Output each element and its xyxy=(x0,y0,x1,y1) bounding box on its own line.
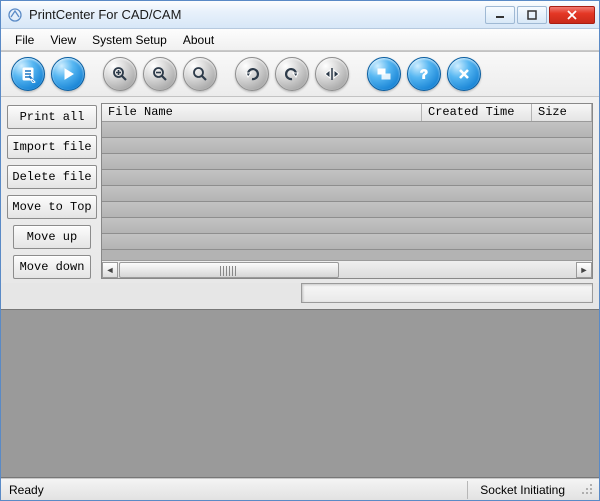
app-icon xyxy=(7,7,23,23)
menu-file[interactable]: File xyxy=(7,30,42,50)
zoom-in-icon[interactable] xyxy=(103,57,137,91)
move-to-top-button[interactable]: Move to Top xyxy=(7,195,97,219)
menubar: File View System Setup About xyxy=(1,29,599,51)
client-area: ? Print all Import file Delete file Move… xyxy=(1,51,599,500)
print-all-button[interactable]: Print all xyxy=(7,105,97,129)
status-right: Socket Initiating xyxy=(467,481,577,499)
col-file-name[interactable]: File Name xyxy=(102,104,422,121)
horizontal-scrollbar[interactable]: ◄ ► xyxy=(102,260,592,278)
file-table: File Name Created Time Size ◄ xyxy=(101,103,593,279)
status-left: Ready xyxy=(5,483,165,497)
scroll-right-arrow-icon[interactable]: ► xyxy=(576,262,592,278)
list-icon[interactable] xyxy=(11,57,45,91)
menu-view[interactable]: View xyxy=(42,30,84,50)
scroll-track[interactable] xyxy=(119,262,575,278)
window-buttons xyxy=(483,6,595,24)
menu-system-setup[interactable]: System Setup xyxy=(84,30,175,50)
toolbar: ? xyxy=(1,51,599,97)
col-created-time[interactable]: Created Time xyxy=(422,104,532,121)
inset-status-field xyxy=(301,283,593,305)
move-up-button[interactable]: Move up xyxy=(13,225,91,249)
table-row xyxy=(102,138,592,154)
close-window-button[interactable] xyxy=(549,6,595,24)
maximize-button[interactable] xyxy=(517,6,547,24)
sidebar: Print all Import file Delete file Move t… xyxy=(7,103,97,279)
zoom-out-icon[interactable] xyxy=(143,57,177,91)
titlebar[interactable]: PrintCenter For CAD/CAM xyxy=(1,1,599,29)
import-file-button[interactable]: Import file xyxy=(7,135,97,159)
table-header: File Name Created Time Size xyxy=(102,104,592,122)
table-row xyxy=(102,122,592,138)
move-down-button[interactable]: Move down xyxy=(13,255,91,279)
statusbar: Ready Socket Initiating xyxy=(1,478,599,500)
undo-icon[interactable] xyxy=(275,57,309,91)
table-row xyxy=(102,154,592,170)
close-icon[interactable] xyxy=(447,57,481,91)
table-row xyxy=(102,202,592,218)
scroll-thumb[interactable] xyxy=(119,262,339,278)
play-icon[interactable] xyxy=(51,57,85,91)
flip-horiz-icon[interactable] xyxy=(315,57,349,91)
col-size[interactable]: Size xyxy=(532,104,592,121)
scroll-left-arrow-icon[interactable]: ◄ xyxy=(102,262,118,278)
upper-panel: Print all Import file Delete file Move t… xyxy=(1,97,599,283)
preview-pane xyxy=(1,309,599,478)
table-row xyxy=(102,234,592,250)
layout-icon[interactable] xyxy=(367,57,401,91)
window-title: PrintCenter For CAD/CAM xyxy=(29,7,483,22)
table-body[interactable] xyxy=(102,122,592,260)
delete-file-button[interactable]: Delete file xyxy=(7,165,97,189)
minimize-button[interactable] xyxy=(485,6,515,24)
table-row xyxy=(102,186,592,202)
svg-text:?: ? xyxy=(420,67,428,82)
help-icon[interactable]: ? xyxy=(407,57,441,91)
table-row xyxy=(102,218,592,234)
zoom-reset-icon[interactable] xyxy=(183,57,217,91)
menu-about[interactable]: About xyxy=(175,30,222,50)
table-row xyxy=(102,170,592,186)
redo-icon[interactable] xyxy=(235,57,269,91)
app-window: PrintCenter For CAD/CAM File View System… xyxy=(0,0,600,501)
resize-grip-icon[interactable] xyxy=(581,483,595,497)
